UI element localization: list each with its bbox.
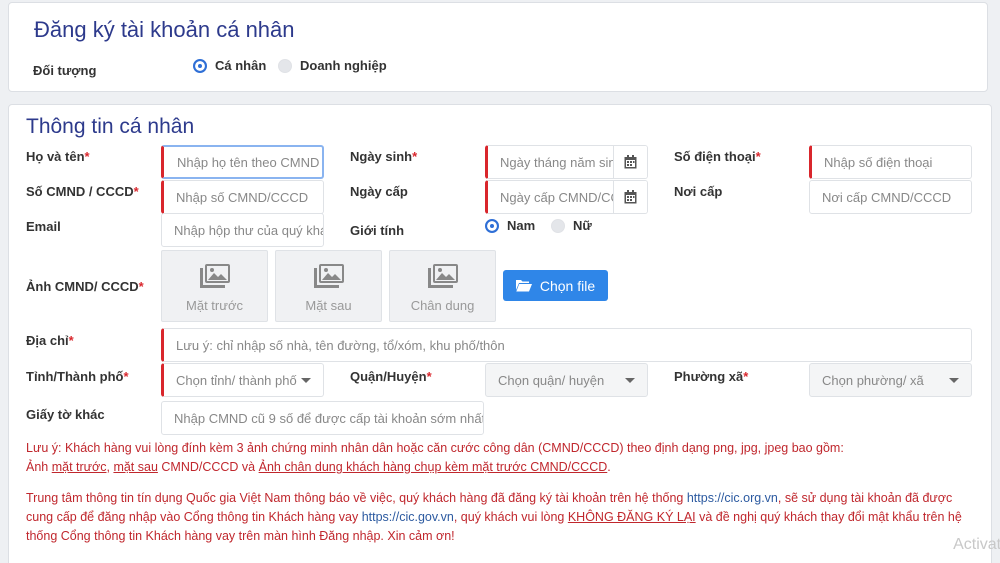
image-icon	[199, 264, 230, 288]
chevron-down-icon	[301, 378, 311, 383]
radio-checked-icon	[193, 58, 207, 73]
province-select[interactable]: Chọn tỉnh/ thành phố	[161, 363, 324, 397]
id-number-input[interactable]: Nhập số CMND/CCCD	[161, 180, 324, 214]
province-label: Tỉnh/Thành phố*	[26, 369, 129, 384]
other-docs-label: Giấy tờ khác	[26, 407, 105, 422]
calendar-icon[interactable]	[613, 181, 647, 213]
email-input[interactable]: Nhập hộp thư của quý khách	[161, 213, 324, 247]
account-type-card: Đăng ký tài khoản cá nhân Đối tượng Cá n…	[8, 2, 988, 92]
attachment-note: Lưu ý: Khách hàng vui lòng đính kèm 3 ản…	[26, 441, 844, 474]
address-label: Địa chỉ*	[26, 333, 74, 348]
other-docs-input[interactable]: Nhập CMND cũ 9 số để được cấp tài khoản …	[161, 401, 484, 435]
issue-place-input[interactable]: Nơi cấp CMND/CCCD	[809, 180, 972, 214]
dob-input[interactable]: Ngày tháng năm sinh	[485, 145, 648, 179]
folder-open-icon	[515, 280, 532, 292]
radio-checked-icon	[485, 218, 499, 233]
radio-unchecked-icon	[278, 58, 292, 73]
email-label: Email	[26, 219, 61, 234]
radio-male[interactable]: Nam	[485, 218, 535, 233]
radio-business[interactable]: Doanh nghiệp	[278, 58, 387, 73]
photo-back-slot[interactable]: Mặt sau	[275, 250, 382, 322]
fullname-input[interactable]: Nhập họ tên theo CMND	[161, 145, 324, 179]
phone-label: Số điện thoại*	[674, 149, 761, 164]
page-title: Đăng ký tài khoản cá nhân	[34, 17, 295, 42]
cic-org-link[interactable]: https://cic.org.vn	[687, 491, 778, 505]
ward-select[interactable]: Chọn phường/ xã	[809, 363, 972, 397]
photo-front-slot[interactable]: Mặt trước	[161, 250, 268, 322]
radio-female[interactable]: Nữ	[551, 218, 592, 233]
choose-file-button[interactable]: Chọn file	[503, 270, 608, 301]
personal-info-card: Thông tin cá nhân Họ và tên* Nhập họ tên…	[8, 104, 992, 563]
id-photo-label: Ảnh CMND/ CCCD*	[26, 279, 144, 294]
id-number-label: Số CMND / CCCD*	[26, 184, 139, 199]
chevron-down-icon	[949, 378, 959, 383]
subject-label: Đối tượng	[33, 63, 97, 78]
cic-gov-link[interactable]: https://cic.gov.vn	[362, 510, 454, 524]
image-icon	[427, 264, 458, 288]
activate-watermark: Activate	[953, 536, 1000, 553]
issue-place-label: Nơi cấp	[674, 184, 723, 199]
section-title: Thông tin cá nhân	[26, 115, 195, 138]
issue-date-input[interactable]: Ngày cấp CMND/CCCD	[485, 180, 648, 214]
address-input[interactable]: Lưu ý: chỉ nhập số nhà, tên đường, tổ/xó…	[161, 328, 972, 362]
radio-unchecked-icon	[551, 218, 565, 233]
gender-label: Giới tính	[350, 223, 405, 238]
phone-input[interactable]: Nhập số điện thoại	[809, 145, 972, 179]
cic-notice: Trung tâm thông tin tín dụng Quốc gia Vi…	[26, 491, 962, 543]
ward-label: Phường xã*	[674, 369, 749, 384]
fullname-label: Họ và tên*	[26, 149, 90, 164]
district-label: Quận/Huyện*	[350, 369, 432, 384]
district-select[interactable]: Chọn quận/ huyện	[485, 363, 648, 397]
issue-date-label: Ngày cấp	[350, 184, 408, 199]
photo-portrait-slot[interactable]: Chân dung	[389, 250, 496, 322]
calendar-icon[interactable]	[613, 146, 647, 178]
chevron-down-icon	[625, 378, 635, 383]
dob-label: Ngày sinh*	[350, 149, 418, 164]
radio-individual[interactable]: Cá nhân	[193, 58, 266, 73]
image-icon	[313, 264, 344, 288]
